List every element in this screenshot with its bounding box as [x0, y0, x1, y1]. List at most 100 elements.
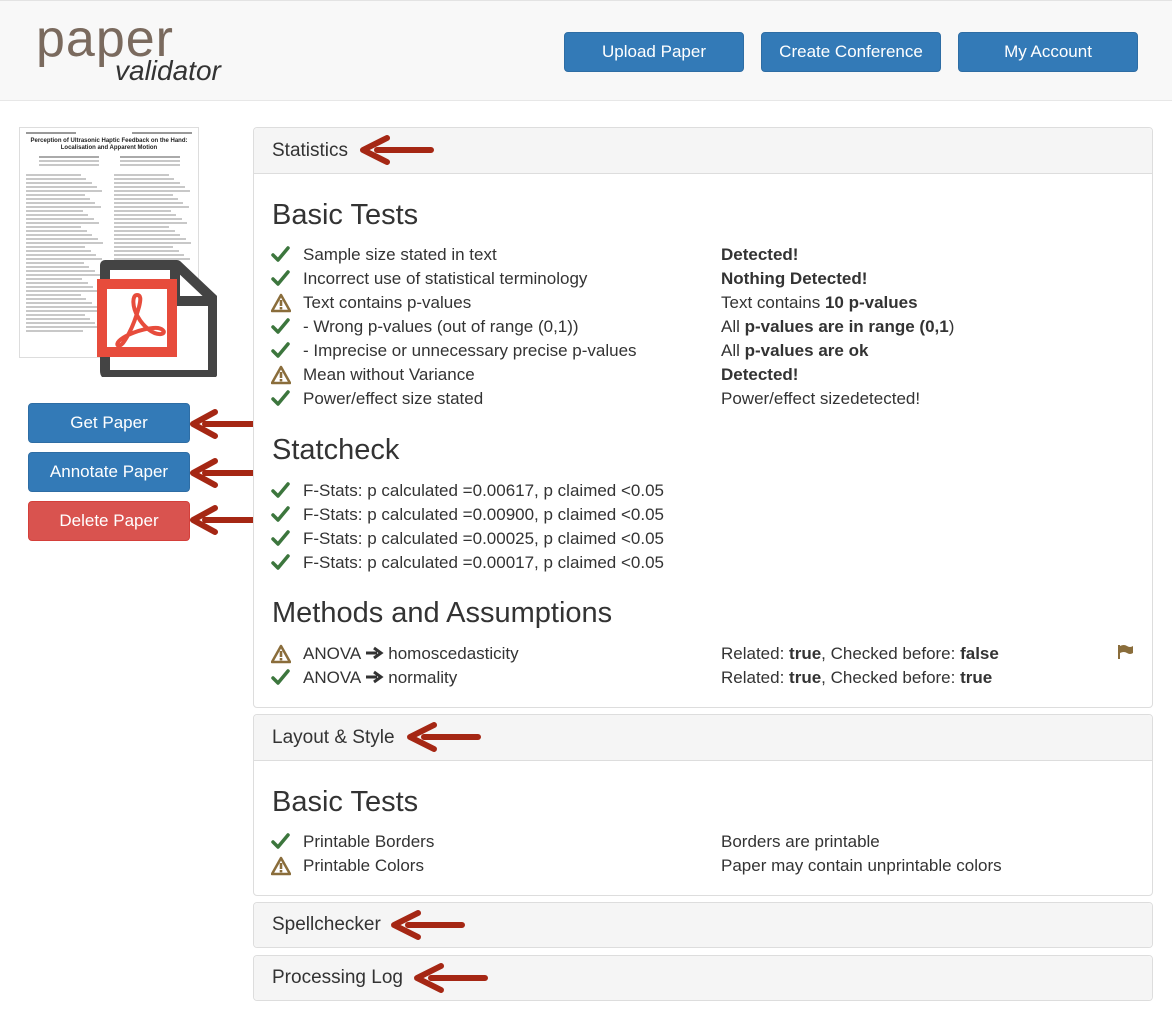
- check-icon: [271, 342, 290, 358]
- method-assumption-row: ANOVA homoscedasticity Related: true, Chec…: [254, 642, 1152, 666]
- test-result: Borders are printable: [721, 832, 880, 851]
- warning-icon: [271, 293, 291, 313]
- annotation-arrow: [414, 963, 488, 993]
- check-icon: [271, 554, 290, 570]
- checked-value: true: [960, 668, 993, 687]
- check-icon: [271, 246, 290, 262]
- annotation-arrow: [190, 409, 258, 439]
- my-account-button[interactable]: My Account: [958, 32, 1138, 72]
- related-value: true: [789, 668, 822, 687]
- assumption-name: homoscedasticity: [388, 644, 519, 663]
- layout-style-panel-header[interactable]: Layout & Style: [254, 715, 1152, 761]
- statistics-panel: Statistics Basic Tests Sample size state…: [253, 127, 1153, 708]
- thumbnail-title: Perception of Ultrasonic Haptic Feedback…: [30, 138, 188, 151]
- create-conference-button[interactable]: Create Conference: [761, 32, 941, 72]
- statcheck-row: F-Stats: p calculated =0.00025, p claime…: [254, 527, 1152, 551]
- statcheck-label: F-Stats: p calculated =0.00900, p claime…: [303, 505, 665, 524]
- top-navbar: paper validator Upload Paper Create Conf…: [0, 0, 1172, 101]
- statcheck-heading: Statcheck: [272, 434, 400, 466]
- test-label: Power/effect size stated: [303, 389, 484, 408]
- basic-test-row: Power/effect size stated Power/effect siz…: [254, 387, 1152, 411]
- result-emphasis: Detected!: [721, 365, 799, 384]
- checked-value: false: [960, 644, 999, 663]
- check-icon: [271, 833, 290, 849]
- logo-text-validator: validator: [115, 55, 221, 86]
- test-label: Printable Borders: [303, 832, 435, 851]
- assumption-name: normality: [388, 668, 458, 687]
- test-result: All p-values are ok: [721, 341, 869, 360]
- result-emphasis: 10 p-values: [824, 293, 918, 312]
- method-name: ANOVA: [303, 668, 362, 687]
- check-icon: [271, 669, 290, 685]
- statcheck-label: F-Stats: p calculated =0.00617, p claime…: [303, 481, 665, 500]
- warning-icon: [271, 644, 291, 664]
- test-label: - Wrong p-values (out of range (0,1)): [303, 317, 579, 336]
- layout-test-row: Printable Borders Borders are printable: [254, 830, 1152, 854]
- pdf-file-icon: [97, 260, 217, 377]
- upload-paper-button[interactable]: Upload Paper: [564, 32, 744, 72]
- statcheck-row: F-Stats: p calculated =0.00617, p claime…: [254, 479, 1152, 503]
- check-icon: [271, 270, 290, 286]
- test-label: Mean without Variance: [303, 365, 475, 384]
- check-icon: [271, 482, 290, 498]
- result-emphasis: p-values are in range (0,1: [744, 317, 949, 336]
- annotation-arrow: [190, 458, 258, 488]
- warning-icon: [271, 365, 291, 385]
- basic-test-row: Text contains p-values Text contains 10 p…: [254, 291, 1152, 315]
- check-icon: [271, 506, 290, 522]
- result-emphasis: Nothing Detected!: [721, 269, 868, 288]
- test-result: Power/effect sizedetected!: [721, 389, 921, 408]
- statcheck-row: F-Stats: p calculated =0.00900, p claime…: [254, 503, 1152, 527]
- processing-log-panel-header[interactable]: Processing Log: [254, 956, 1152, 1000]
- processing-log-panel: Processing Log: [253, 955, 1153, 1001]
- basic-test-row: Incorrect use of statistical terminology…: [254, 267, 1152, 291]
- test-label: Incorrect use of statistical terminology: [303, 269, 588, 288]
- annotation-arrow: [407, 722, 481, 752]
- processing-log-heading: Processing Log: [272, 967, 403, 988]
- statistics-heading: Statistics: [272, 139, 349, 161]
- arrow-right-icon: [366, 646, 384, 660]
- method-assumption-row: ANOVA normality Related: true, Checked bef…: [254, 666, 1152, 690]
- basic-test-row: Sample size stated in text Detected!: [254, 243, 1152, 267]
- test-result: Detected!: [721, 363, 798, 387]
- spellchecker-heading: Spellchecker: [272, 914, 381, 935]
- layout-style-panel: Layout & Style Basic Tests Printable Bor…: [253, 714, 1153, 896]
- basic-tests-heading: Basic Tests: [272, 199, 419, 231]
- test-label: - Imprecise or unnecessary precise p-val…: [303, 341, 637, 360]
- methods-assumptions-heading: Methods and Assumptions: [272, 597, 613, 629]
- annotate-paper-button[interactable]: Annotate Paper: [28, 452, 190, 492]
- delete-paper-button[interactable]: Delete Paper: [28, 501, 190, 541]
- check-icon: [271, 318, 290, 334]
- get-paper-button[interactable]: Get Paper: [28, 403, 190, 443]
- test-label: Sample size stated in text: [303, 245, 497, 264]
- check-icon: [271, 530, 290, 546]
- test-result: Nothing Detected!: [721, 267, 867, 291]
- test-result: Text contains 10 p-values: [721, 293, 918, 312]
- annotation-arrow: [190, 505, 258, 535]
- basic-test-row: - Wrong p-values (out of range (0,1)) All…: [254, 315, 1152, 339]
- flag-icon[interactable]: [1116, 643, 1134, 661]
- related-value: true: [789, 644, 822, 663]
- annotation-arrow: [391, 910, 465, 940]
- layout-test-row: Printable Colors Paper may contain unprin…: [254, 854, 1152, 878]
- statcheck-row: F-Stats: p calculated =0.00017, p claime…: [254, 551, 1152, 575]
- test-result: Detected!: [721, 243, 798, 267]
- arrow-right-icon: [366, 670, 384, 684]
- test-result: Paper may contain unprintable colors: [721, 856, 1002, 875]
- result-emphasis: p-values are ok: [744, 341, 869, 360]
- layout-basic-tests-heading: Basic Tests: [272, 786, 419, 818]
- method-name: ANOVA: [303, 644, 362, 663]
- result-emphasis: Detected!: [721, 245, 799, 264]
- annotation-arrow: [360, 135, 434, 165]
- warning-icon: [271, 856, 291, 876]
- test-label: Text contains p-values: [303, 293, 472, 312]
- method-result: Related: true, Checked before: false: [721, 644, 999, 663]
- test-result: All p-values are in range (0,1): [721, 317, 955, 336]
- statcheck-label: F-Stats: p calculated =0.00025, p claime…: [303, 529, 665, 548]
- method-label: ANOVA normality: [303, 666, 457, 690]
- basic-test-row: - Imprecise or unnecessary precise p-val…: [254, 339, 1152, 363]
- basic-test-row: Mean without Variance Detected!: [254, 363, 1152, 387]
- method-result: Related: true, Checked before: true: [721, 668, 993, 687]
- check-icon: [271, 390, 290, 406]
- statcheck-label: F-Stats: p calculated =0.00017, p claime…: [303, 553, 665, 572]
